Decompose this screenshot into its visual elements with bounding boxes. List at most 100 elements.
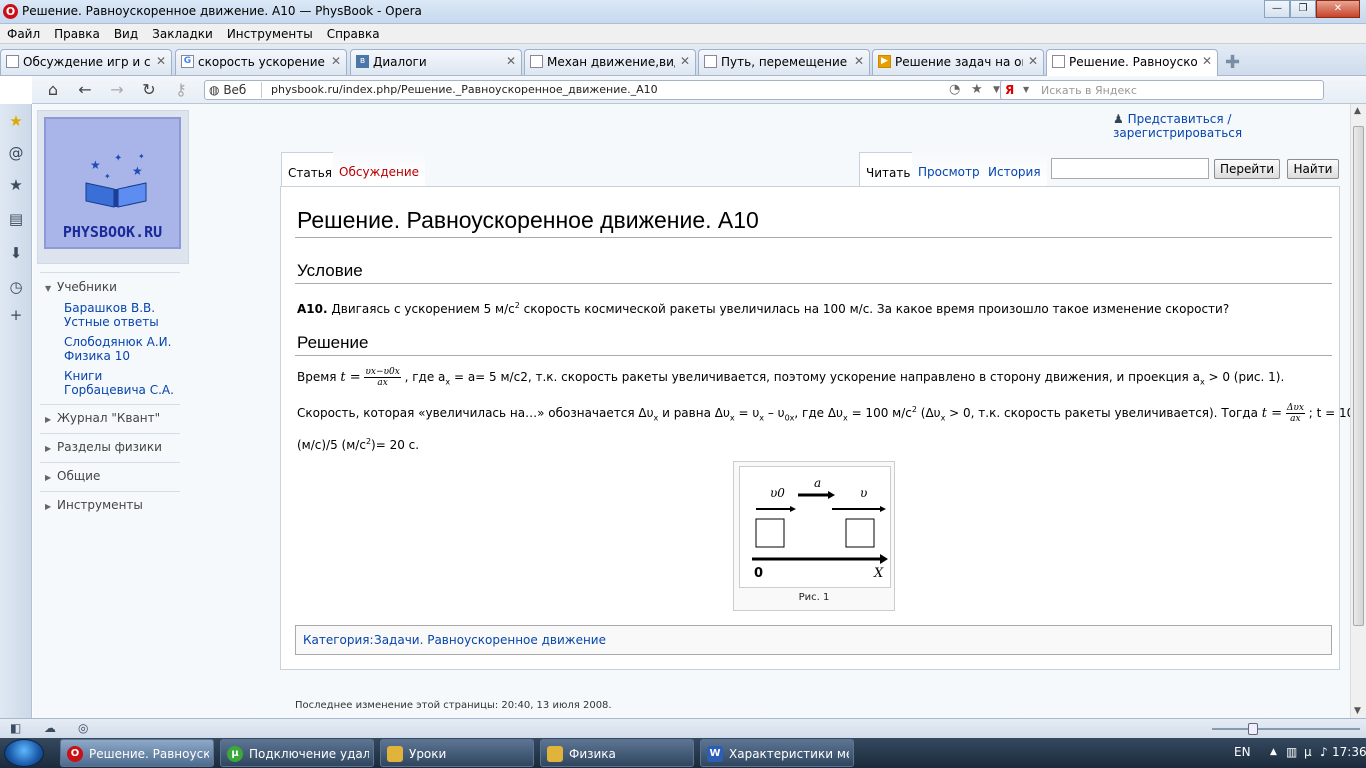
- tab-close-icon[interactable]: ✕: [331, 54, 341, 68]
- show-hidden-icon[interactable]: ▲: [1270, 747, 1277, 757]
- back-icon[interactable]: ←: [74, 80, 96, 99]
- url-text[interactable]: physbook.ru/index.php/Решение._Равноуско…: [271, 83, 658, 96]
- sidebar-section-textbooks[interactable]: ▼ Учебники: [45, 280, 117, 294]
- tab-close-icon[interactable]: ✕: [1028, 54, 1038, 68]
- browser-tab[interactable]: в Диалоги ✕: [350, 49, 522, 75]
- minimize-button[interactable]: —: [1264, 0, 1290, 18]
- divider: [40, 433, 180, 434]
- scroll-down-icon[interactable]: ▼: [1354, 706, 1361, 716]
- scroll-thumb[interactable]: [1353, 126, 1364, 626]
- site-logo[interactable]: ★ ✦ ★ ✦ ✦ PHYSBOOK.RU: [37, 110, 189, 264]
- forward-icon[interactable]: →: [106, 80, 128, 99]
- dropdown-icon[interactable]: ▼: [993, 85, 1000, 95]
- volume-icon[interactable]: ♪: [1320, 745, 1328, 759]
- divider: [295, 355, 1332, 356]
- tab-close-icon[interactable]: ✕: [854, 54, 864, 68]
- sidebar-section-tools[interactable]: ▶ Инструменты: [45, 498, 143, 512]
- notes-icon[interactable]: ▤: [6, 210, 26, 228]
- language-indicator[interactable]: EN: [1234, 745, 1251, 759]
- tab-view[interactable]: Просмотр: [912, 152, 986, 186]
- taskbar-item-utorrent[interactable]: µ Подключение удал…: [220, 739, 374, 767]
- category-label[interactable]: Категория:: [303, 633, 374, 647]
- new-tab-icon[interactable]: ✚: [1225, 52, 1240, 73]
- search-placeholder: Искать в Яндекс: [1041, 84, 1137, 97]
- close-button[interactable]: ✕: [1316, 0, 1360, 18]
- browser-tab[interactable]: Обсуждение игр и сер… ✕: [0, 49, 172, 75]
- zoom-knob[interactable]: [1248, 723, 1258, 735]
- tab-history[interactable]: История: [982, 152, 1047, 186]
- browser-tab-active[interactable]: Решение. Равноускоре… ✕: [1046, 49, 1218, 76]
- reload-icon[interactable]: ↻: [138, 80, 160, 99]
- sidebar-link-barashkov[interactable]: Барашков В.В. Устные ответы: [64, 301, 164, 329]
- category-link[interactable]: Задачи. Равноускоренное движение: [374, 633, 606, 647]
- rss-icon[interactable]: ◔: [949, 82, 960, 97]
- tab-close-icon[interactable]: ✕: [1202, 54, 1212, 68]
- mail-icon[interactable]: @: [6, 144, 26, 162]
- tab-discussion[interactable]: Обсуждение: [333, 152, 426, 186]
- triangle-right-icon: ▶: [45, 473, 52, 482]
- label-v0: υ0: [770, 486, 785, 500]
- taskbar-item-word[interactable]: W Характеристики ме…: [700, 739, 854, 767]
- panel-toggle-icon[interactable]: ◧: [10, 721, 21, 735]
- fraction-numerator: Δυx: [1285, 403, 1305, 414]
- clock[interactable]: 17:36: [1332, 745, 1366, 759]
- label-x-axis: X: [873, 566, 884, 581]
- vertical-scrollbar[interactable]: ▲ ▼: [1350, 104, 1366, 718]
- utorrent-tray-icon[interactable]: µ: [1304, 745, 1312, 759]
- sidebar-section-general[interactable]: ▶ Общие: [45, 469, 100, 483]
- tab-close-icon[interactable]: ✕: [156, 54, 166, 68]
- taskbar-item-lessons[interactable]: Уроки: [380, 739, 534, 767]
- menu-file[interactable]: Файл: [0, 24, 47, 44]
- tab-close-icon[interactable]: ✕: [680, 54, 690, 68]
- home-icon[interactable]: ⌂: [42, 80, 64, 99]
- book-icon: ★ ✦ ★ ✦ ✦: [85, 152, 147, 208]
- browser-tab[interactable]: Механ движение,виды… ✕: [524, 49, 696, 75]
- tab-read[interactable]: Читать: [859, 152, 918, 186]
- zoom-slider[interactable]: [1212, 723, 1360, 735]
- find-button[interactable]: Найти: [1287, 159, 1339, 179]
- sidebar-section-kvant[interactable]: ▶ Журнал "Квант": [45, 411, 160, 425]
- menu-tools[interactable]: Инструменты: [220, 24, 320, 44]
- sidebar-section-physics[interactable]: ▶ Разделы физики: [45, 440, 162, 454]
- network-icon[interactable]: ▥: [1286, 745, 1297, 759]
- menu-help[interactable]: Справка: [320, 24, 387, 44]
- globe-icon: ◍: [209, 83, 220, 97]
- sidebar-link-slobodyanyuk[interactable]: Слободянюк А.И. Физика 10: [64, 335, 174, 363]
- add-panel-icon[interactable]: +: [6, 306, 26, 324]
- downloads-icon[interactable]: ⬇: [6, 244, 26, 262]
- key-icon[interactable]: ⚷: [170, 80, 192, 99]
- wiki-search-input[interactable]: [1051, 158, 1209, 179]
- arrow-head: [880, 554, 888, 564]
- sidebar-link-gorbatsevich[interactable]: Книги Горбацевича С.А.: [64, 369, 179, 397]
- bookmarks-star-icon[interactable]: ★: [6, 112, 26, 130]
- tab-close-icon[interactable]: ✕: [506, 54, 516, 68]
- browser-tab[interactable]: ▶ Решение задач на опр… ✕: [872, 49, 1044, 75]
- history-icon[interactable]: ◷: [6, 278, 26, 296]
- menu-view[interactable]: Вид: [107, 24, 145, 44]
- maximize-button[interactable]: ❐: [1290, 0, 1316, 18]
- turbo-cloud-icon[interactable]: ☁: [44, 721, 56, 735]
- start-button[interactable]: [4, 739, 44, 767]
- go-button[interactable]: Перейти: [1214, 159, 1280, 179]
- scroll-up-icon[interactable]: ▲: [1354, 106, 1361, 116]
- speed-dial-icon[interactable]: ◎: [78, 721, 88, 735]
- text: )= 20 с.: [371, 438, 420, 452]
- browser-tab[interactable]: Путь, перемещение и … ✕: [698, 49, 870, 75]
- favorites-icon[interactable]: ★: [6, 176, 26, 194]
- browser-tab[interactable]: G скорость ускорение зад… ✕: [175, 49, 347, 75]
- tab-article[interactable]: Статья: [281, 152, 340, 186]
- menu-edit[interactable]: Правка: [47, 24, 107, 44]
- star-icon[interactable]: ★: [971, 82, 983, 97]
- taskbar-label: Характеристики ме…: [729, 747, 849, 761]
- label-v: υ: [860, 486, 867, 500]
- taskbar-item-opera[interactable]: O Решение. Равноуск…: [60, 739, 214, 767]
- figure-image[interactable]: υ0 a υ 0 X: [739, 466, 891, 588]
- menu-bookmarks[interactable]: Закладки: [145, 24, 220, 44]
- divider: [40, 404, 180, 405]
- address-field[interactable]: ◍ Веб physbook.ru/index.php/Решение._Рав…: [204, 80, 1026, 100]
- separator: [261, 82, 262, 98]
- search-field[interactable]: Я ▼ Искать в Яндекс: [1000, 80, 1324, 100]
- taskbar-item-physics[interactable]: Физика: [540, 739, 694, 767]
- chevron-down-icon[interactable]: ▼: [1023, 85, 1029, 94]
- login-link[interactable]: ♟ Представиться / зарегистрироваться: [1113, 112, 1350, 140]
